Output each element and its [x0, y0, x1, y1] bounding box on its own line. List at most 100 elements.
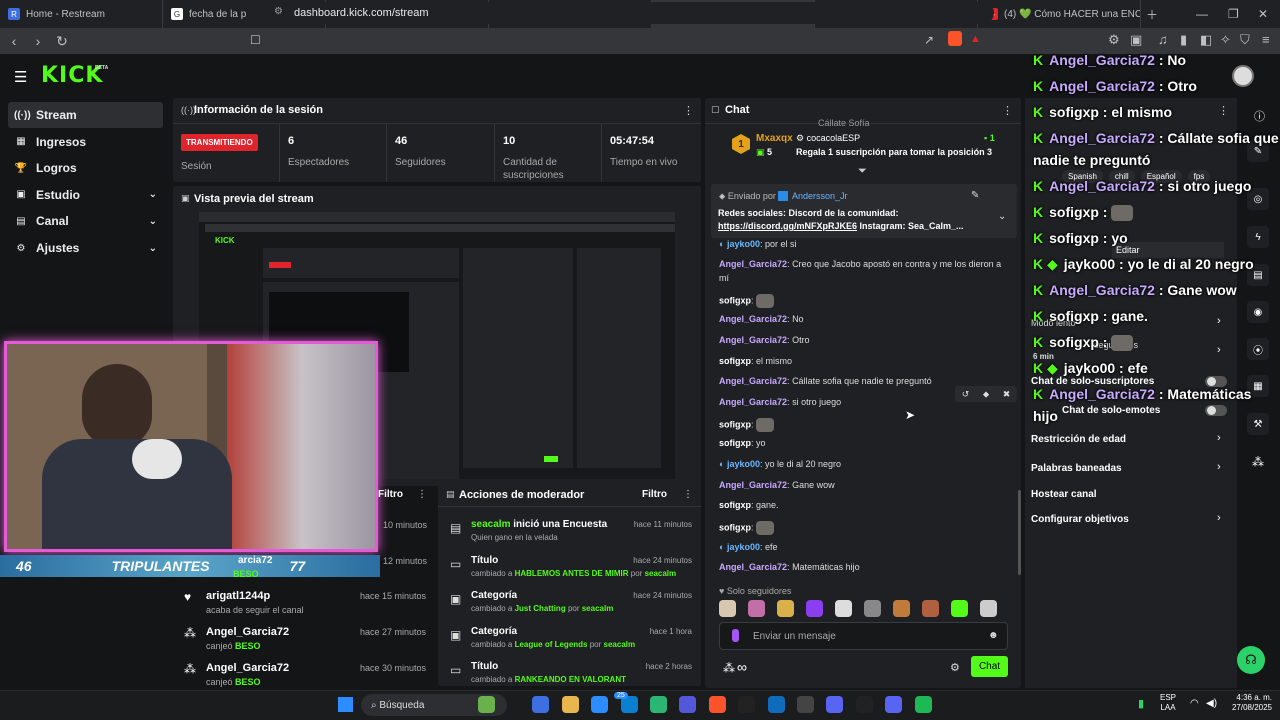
windows-start-icon[interactable] — [338, 697, 353, 712]
forward-icon[interactable]: › — [26, 33, 50, 49]
extensions-icon[interactable]: ⚙ — [1108, 32, 1120, 48]
chat-username[interactable]: jayko00 — [727, 459, 760, 469]
configure-goals-label[interactable]: Configurar objetivos — [1031, 514, 1129, 525]
moderator-filter[interactable]: Filtro — [642, 489, 667, 500]
chat-message[interactable]: sofigxp: — [719, 418, 775, 432]
lightning-icon[interactable]: ϟ — [1247, 226, 1269, 248]
expand-chevron-icon[interactable]: ⌄ — [998, 211, 1006, 222]
emote-icon[interactable] — [893, 600, 910, 617]
chat-message[interactable]: sofigxp: — [719, 294, 775, 308]
discord2-icon[interactable] — [885, 696, 903, 713]
chat-username[interactable]: jayko00 — [727, 542, 760, 552]
emote-icon[interactable] — [777, 600, 794, 617]
brave-shield-icon[interactable] — [948, 31, 962, 46]
outlook-icon[interactable] — [767, 696, 785, 713]
folder-icon[interactable] — [561, 696, 579, 713]
chat-username[interactable]: Angel_Garcia72 — [719, 314, 787, 324]
vpn-icon[interactable]: ⛉ — [1240, 32, 1250, 48]
close-window-icon[interactable]: ✕ — [1258, 0, 1268, 28]
emote-icon[interactable] — [748, 600, 765, 617]
chat-username[interactable]: Angel_Garcia72 — [719, 562, 787, 572]
chat-message[interactable]: Angel_Garcia72: Matemáticas hijo — [719, 562, 860, 572]
infinity-icon[interactable]: ∞ — [737, 659, 747, 675]
discord-link[interactable]: https://discord.gg/mNFXpRJKE6 — [718, 221, 857, 231]
moderator-row[interactable]: ▭ Título cambiado a RANKEANDO EN VALORANT h… — [450, 661, 692, 691]
chat-message[interactable]: ◐ jayko00: efe — [719, 542, 778, 552]
chat-message[interactable]: sofigxp: gane. — [719, 500, 779, 510]
chat-more-icon[interactable]: ⋮ — [1002, 104, 1013, 117]
moderator-more-icon[interactable]: ⋮ — [683, 489, 693, 500]
url-field[interactable]: ⚙ dashboard.kick.com/stream — [246, 2, 994, 24]
delete-icon[interactable]: ✖ — [1003, 389, 1011, 400]
wrench-icon[interactable]: ⚒ — [1247, 413, 1269, 435]
new-tab-button[interactable]: ＋ — [1146, 0, 1158, 28]
chat-message[interactable]: mí — [719, 273, 729, 283]
chat-message[interactable]: Angel_Garcia72: Creo que Jacobo apostó e… — [719, 259, 1001, 269]
wifi-icon[interactable]: ◠ — [1190, 698, 1199, 709]
emote-icon[interactable] — [922, 600, 939, 617]
chat-username[interactable]: Angel_Garcia72 — [719, 335, 787, 345]
clock[interactable]: 4:36 a. m. 27/08/2025 — [1228, 693, 1272, 713]
reply-icon[interactable]: ↺ — [962, 389, 970, 400]
chat-scrollbar[interactable] — [1018, 490, 1021, 575]
collapse-icon[interactable]: ⏷ — [858, 165, 867, 178]
sidebar-icon[interactable]: ▮ — [1180, 32, 1187, 48]
chat-message[interactable]: Angel_Garcia72: Otro — [719, 335, 810, 345]
support-icon[interactable]: ☊ — [1237, 646, 1265, 674]
chevron-right-icon[interactable]: › — [1217, 461, 1221, 473]
minimize-icon[interactable]: — — [1196, 0, 1208, 28]
emote-icon[interactable] — [719, 600, 736, 617]
pinned-user[interactable]: Andersson_Jr — [792, 191, 848, 201]
spotify-icon[interactable] — [914, 696, 932, 713]
media-icon[interactable]: ♫ — [1158, 32, 1168, 47]
moderator-row[interactable]: ▭ Título cambiado a HABLEMOS ANTES DE MIMI… — [450, 555, 692, 585]
pin-icon[interactable]: ✎ — [971, 190, 979, 201]
menu-icon[interactable]: ≡ — [1262, 32, 1270, 47]
chat-settings-icon[interactable]: ⚙ — [950, 661, 960, 674]
sidebar-item-stream[interactable]: ((·)) Stream — [8, 102, 163, 128]
chat-username[interactable]: sofigxp — [719, 419, 751, 429]
teams-icon[interactable] — [650, 696, 667, 713]
store-icon[interactable] — [591, 696, 609, 713]
send-chat-button[interactable]: Chat — [971, 656, 1008, 677]
chat-username[interactable]: sofigxp — [719, 438, 751, 448]
chat-username[interactable]: sofigxp — [719, 356, 751, 366]
obs-icon[interactable] — [855, 696, 873, 713]
rewards-icon[interactable]: ▲ — [970, 33, 981, 45]
drops-icon[interactable]: ⁂ — [723, 661, 735, 675]
chevron-down-icon[interactable]: ⌄ — [149, 216, 157, 227]
brave-icon[interactable] — [708, 696, 726, 713]
leo-icon[interactable]: ✧ — [1220, 32, 1231, 48]
chat-message[interactable]: sofigxp: yo — [719, 438, 766, 448]
mic-tray-icon[interactable]: ▮ — [1138, 697, 1144, 710]
emoji-icon[interactable]: ☻ — [988, 630, 999, 641]
back-icon[interactable]: ‹ — [2, 33, 26, 49]
banned-words-label[interactable]: Palabras baneadas — [1031, 463, 1122, 474]
chevron-down-icon[interactable]: ⌄ — [149, 243, 157, 254]
apps-icon[interactable]: ⁂ — [1252, 455, 1264, 469]
info-icon[interactable]: ⓘ — [1254, 108, 1265, 124]
emote-icon[interactable] — [864, 600, 881, 617]
bookmark-icon[interactable]: ☐ — [250, 33, 261, 47]
chat-username[interactable]: sofigxp — [719, 500, 751, 510]
discord-icon[interactable] — [826, 696, 844, 713]
chat-bubble-icon[interactable]: ◉ — [1247, 301, 1269, 323]
emotes-only-toggle[interactable] — [1205, 405, 1227, 416]
chat-input[interactable]: Enviar un mensaje ☻ — [719, 622, 1008, 650]
chat-username[interactable]: Angel_Garcia72 — [719, 259, 787, 269]
chat-username[interactable]: jayko00 — [727, 239, 760, 249]
share-icon[interactable]: ↗ — [924, 33, 934, 47]
chat-message[interactable]: Angel_Garcia72: No — [719, 314, 804, 324]
emote-icon[interactable] — [806, 600, 823, 617]
chat-message[interactable]: sofigxp: el mismo — [719, 356, 792, 366]
app-icon[interactable] — [679, 696, 697, 713]
moderator-row[interactable]: ▣ Categoría cambiado a Just Chatting por s… — [450, 590, 692, 620]
chat-username[interactable]: Angel_Garcia72 — [719, 480, 787, 490]
sidebar-item-estudio[interactable]: ▣ Estudio ⌄ — [8, 182, 163, 208]
gift-user[interactable]: Mxaxqx — [756, 133, 793, 144]
sidebar-item-ingresos[interactable]: ▦ Ingresos — [8, 129, 163, 155]
emote-icon[interactable] — [980, 600, 997, 617]
emote-icon[interactable] — [951, 600, 968, 617]
mic-icon[interactable] — [732, 629, 739, 642]
sidebar-item-logros[interactable]: 🏆 Logros — [8, 155, 163, 181]
